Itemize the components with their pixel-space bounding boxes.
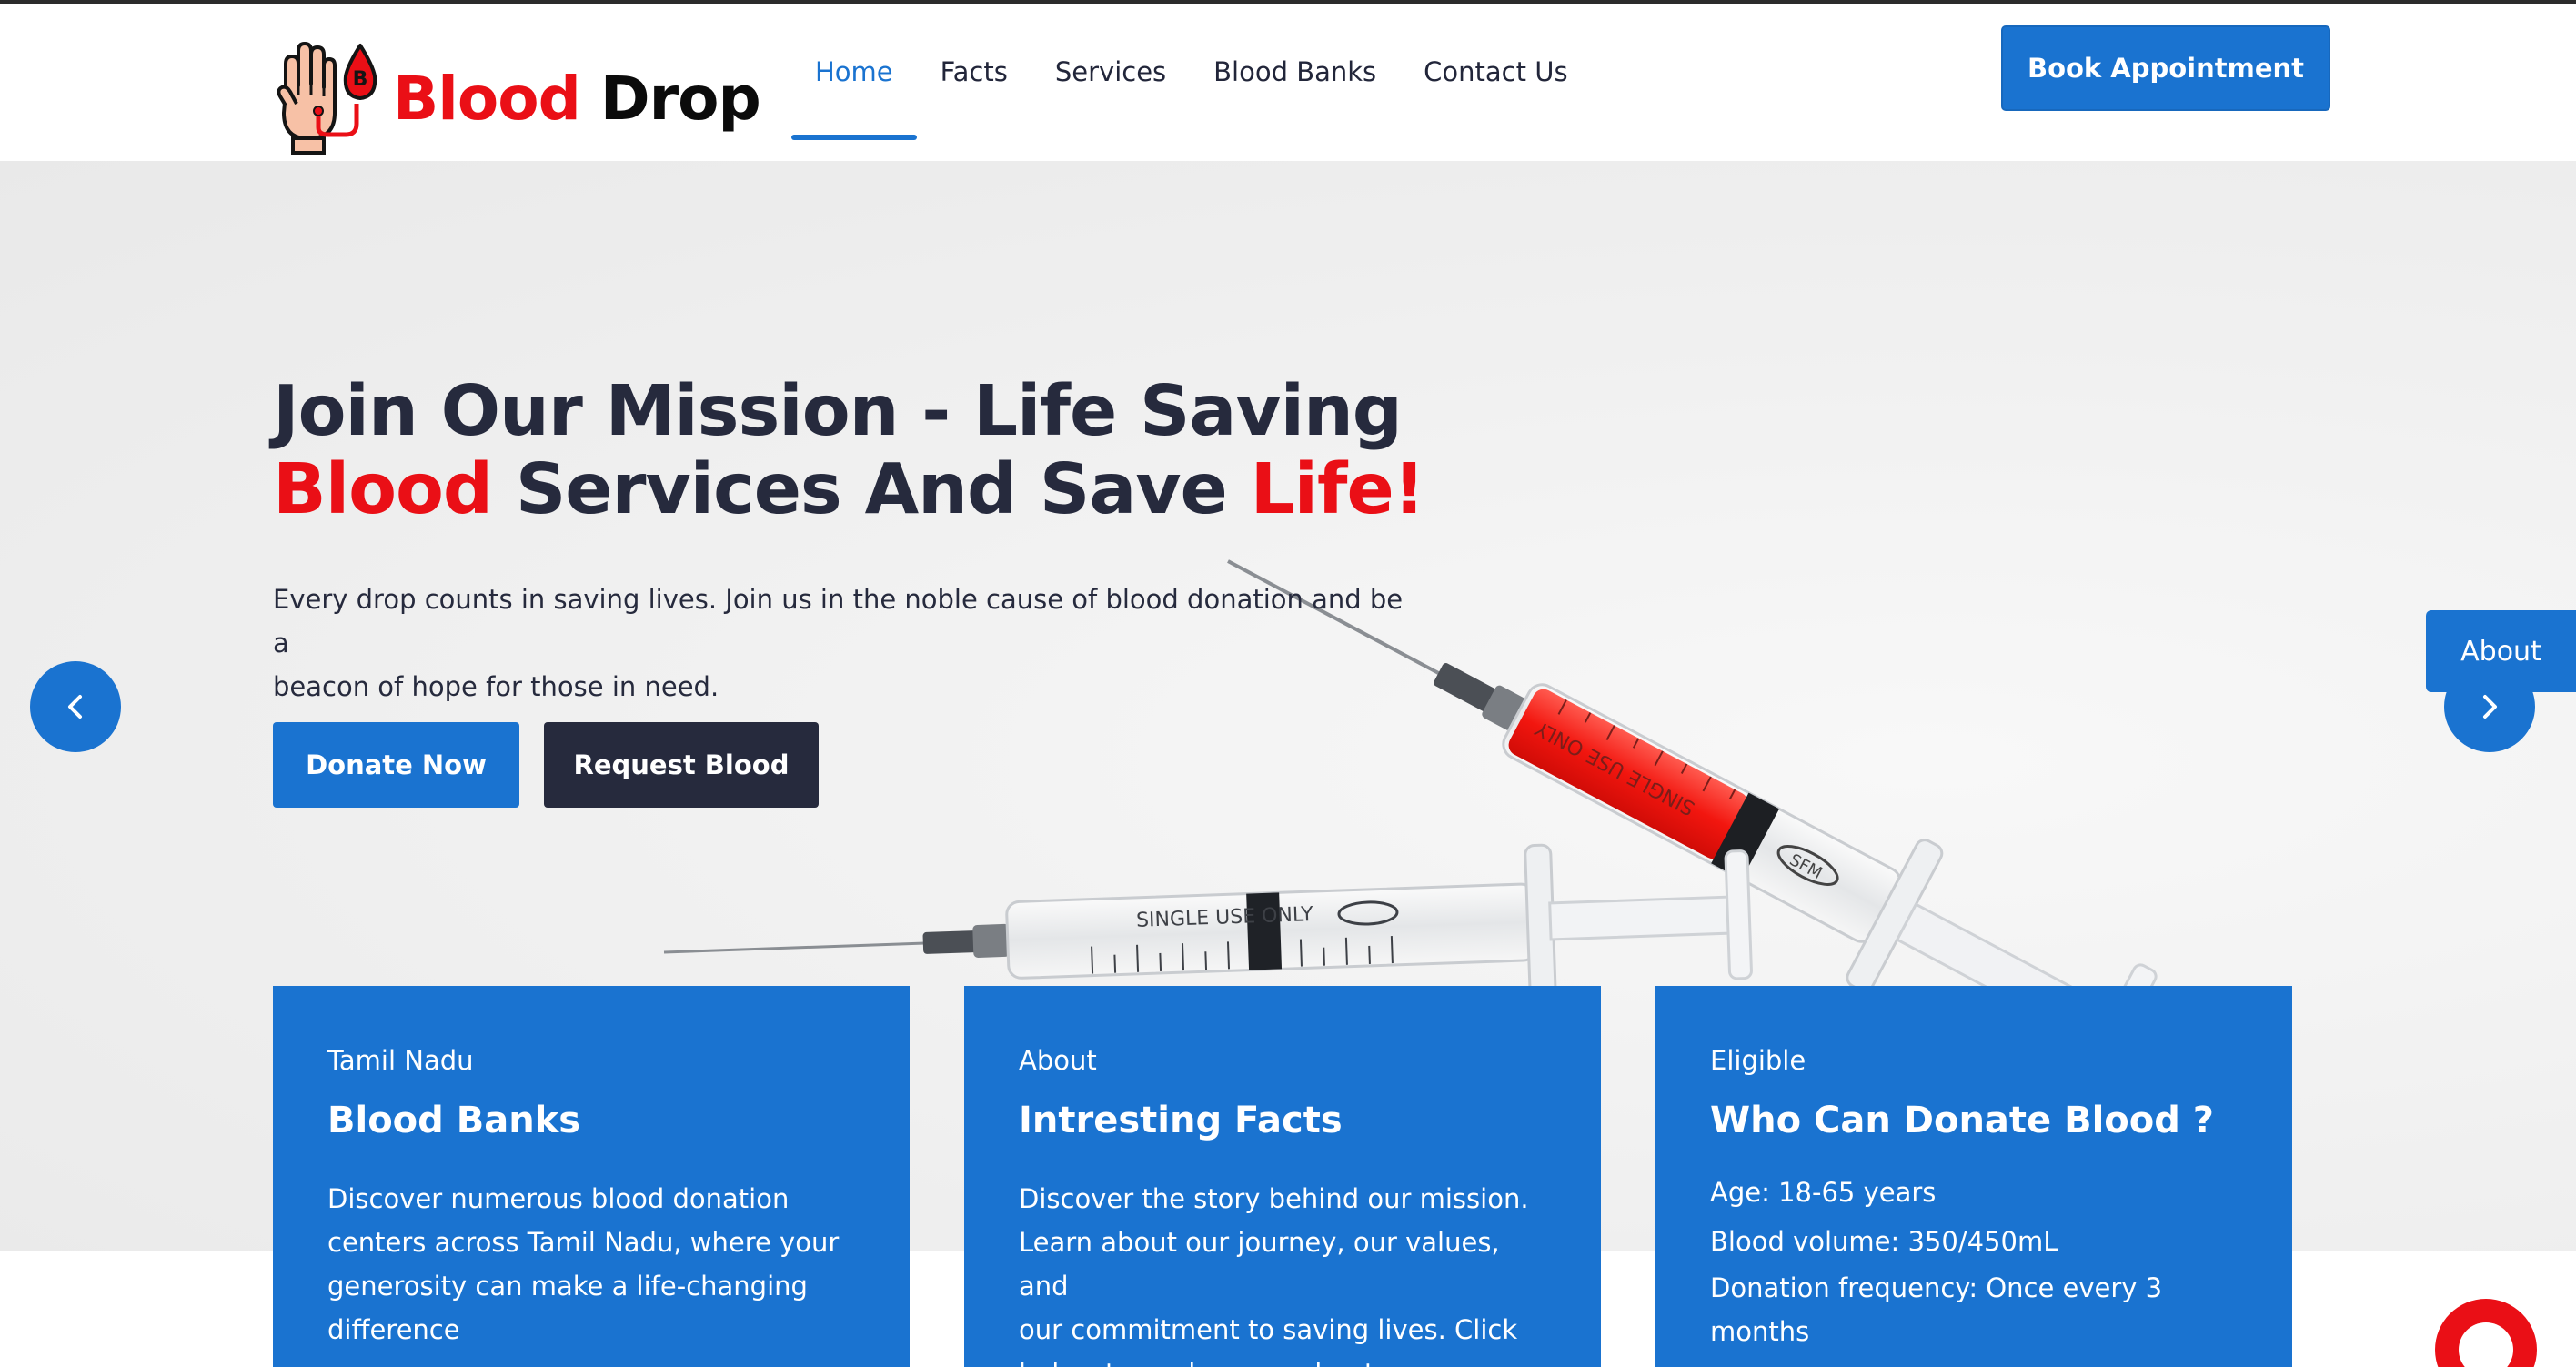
card-text-line: months	[1710, 1316, 1810, 1347]
site-header: B Blood Drop Home Facts Services Blood B…	[0, 4, 2576, 161]
hero-subtitle: Every drop counts in saving lives. Join …	[273, 578, 1419, 709]
nav-contact-us[interactable]: Contact Us	[1400, 4, 1591, 140]
hero-subtitle-line1: Every drop counts in saving lives. Join …	[273, 584, 1404, 658]
nav-home[interactable]: Home	[791, 4, 917, 140]
card-text-line: centers across Tamil Nadu, where your	[327, 1227, 840, 1258]
card-text-line: Learn about our journey, our values, and	[1019, 1227, 1500, 1302]
hand-blood-drop-icon: B	[277, 42, 377, 155]
nav-facts[interactable]: Facts	[917, 4, 1031, 140]
hero-title-line1: Join Our Mission - Life Saving	[273, 371, 1403, 452]
card-kicker: Eligible	[1710, 1045, 1806, 1076]
chat-icon[interactable]	[2435, 1299, 2537, 1367]
card-description: Discover the story behind our mission. L…	[1019, 1177, 1546, 1367]
hero-subtitle-line2: beacon of hope for those in need.	[273, 671, 719, 702]
card-text-line: generosity can make a life-changing	[327, 1271, 808, 1302]
brand-name: Blood Drop	[393, 63, 761, 134]
card-text-line: difference	[327, 1314, 460, 1345]
brand-word-blood: Blood	[393, 63, 581, 134]
nav-blood-banks[interactable]: Blood Banks	[1190, 4, 1400, 140]
eligibility-volume: Blood volume: 350/450mL	[1710, 1226, 2058, 1257]
book-appointment-button[interactable]: Book Appointment	[2001, 25, 2330, 111]
donate-now-button[interactable]: Donate Now	[273, 722, 519, 808]
hero-title-life: Life!	[1250, 449, 1425, 530]
chevron-left-icon	[68, 695, 82, 719]
eligibility-frequency: Donation frequency: Once every 3 months	[1710, 1266, 2238, 1353]
brand-word-drop: Drop	[599, 63, 761, 134]
card-text-line: Discover numerous blood donation	[327, 1183, 790, 1214]
chevron-right-icon	[2483, 695, 2497, 719]
interesting-facts-card[interactable]: About Intresting Facts Discover the stor…	[964, 986, 1601, 1367]
card-kicker: Tamil Nadu	[327, 1045, 474, 1076]
hero-title-middle: Services And Save	[515, 449, 1228, 530]
svg-text:B: B	[353, 68, 368, 91]
card-text-line: Discover the story behind our mission.	[1019, 1183, 1529, 1214]
request-blood-button[interactable]: Request Blood	[544, 722, 819, 808]
card-description: Discover numerous blood donation centers…	[327, 1177, 855, 1352]
nav-services[interactable]: Services	[1031, 4, 1190, 140]
card-title: Blood Banks	[327, 1100, 581, 1141]
card-kicker: About	[1019, 1045, 1097, 1076]
card-text-line: below to explore our about page	[1019, 1358, 1449, 1367]
hero-title: Join Our Mission - Life Saving Blood Ser…	[273, 373, 1455, 529]
card-text-line: our commitment to saving lives. Click	[1019, 1314, 1518, 1345]
hero-title-blood: Blood	[273, 449, 493, 530]
eligibility-card[interactable]: Eligible Who Can Donate Blood ? Age: 18-…	[1655, 986, 2292, 1367]
main-nav: Home Facts Services Blood Banks Contact …	[791, 4, 1592, 140]
card-text-line: Donation frequency: Once every 3	[1710, 1272, 2163, 1303]
site-logo[interactable]: B Blood Drop	[273, 38, 761, 158]
blood-banks-card[interactable]: Tamil Nadu Blood Banks Discover numerous…	[273, 986, 910, 1367]
slider-prev-button[interactable]	[30, 661, 121, 752]
card-title: Who Can Donate Blood ?	[1710, 1100, 2215, 1141]
about-side-tab[interactable]: About	[2426, 610, 2576, 692]
eligibility-age: Age: 18-65 years	[1710, 1177, 1937, 1208]
card-title: Intresting Facts	[1019, 1100, 1343, 1141]
